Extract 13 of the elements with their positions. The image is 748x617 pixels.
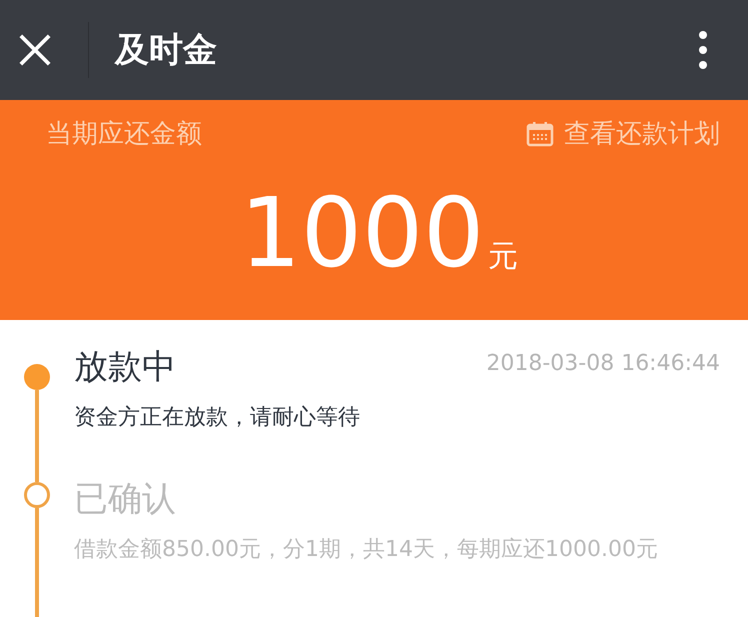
amount-label: 当期应还金额 [46,118,202,151]
step-description: 借款金额850.00元，分1期，共14天，每期应还1000.00元 [74,536,659,564]
step-title: 已确认 [74,478,176,521]
repayment-plan-link[interactable]: 查看还款计划 [526,116,720,151]
more-icon[interactable] [698,30,708,70]
step-time: 2018-03-08 16:46:44 [486,350,720,376]
currency-unit: 元 [488,238,518,276]
step-description: 资金方正在放款，请耐心等待 [74,404,361,432]
amount-value: 1000 [240,185,484,281]
window-title: 及时金 [115,29,218,72]
calendar-icon [526,120,554,146]
step-title: 放款中 [74,346,176,389]
close-icon[interactable] [18,33,52,67]
